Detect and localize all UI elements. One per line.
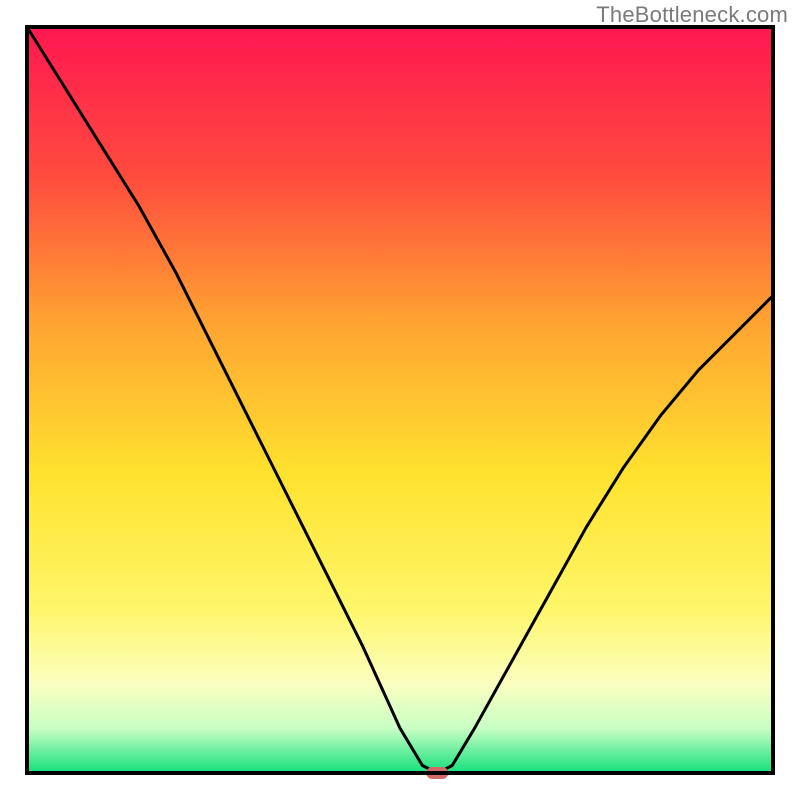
chart-container: TheBottleneck.com xyxy=(0,0,800,800)
bottleneck-chart xyxy=(0,0,800,800)
watermark-text: TheBottleneck.com xyxy=(596,2,788,28)
plot-background xyxy=(27,27,773,773)
